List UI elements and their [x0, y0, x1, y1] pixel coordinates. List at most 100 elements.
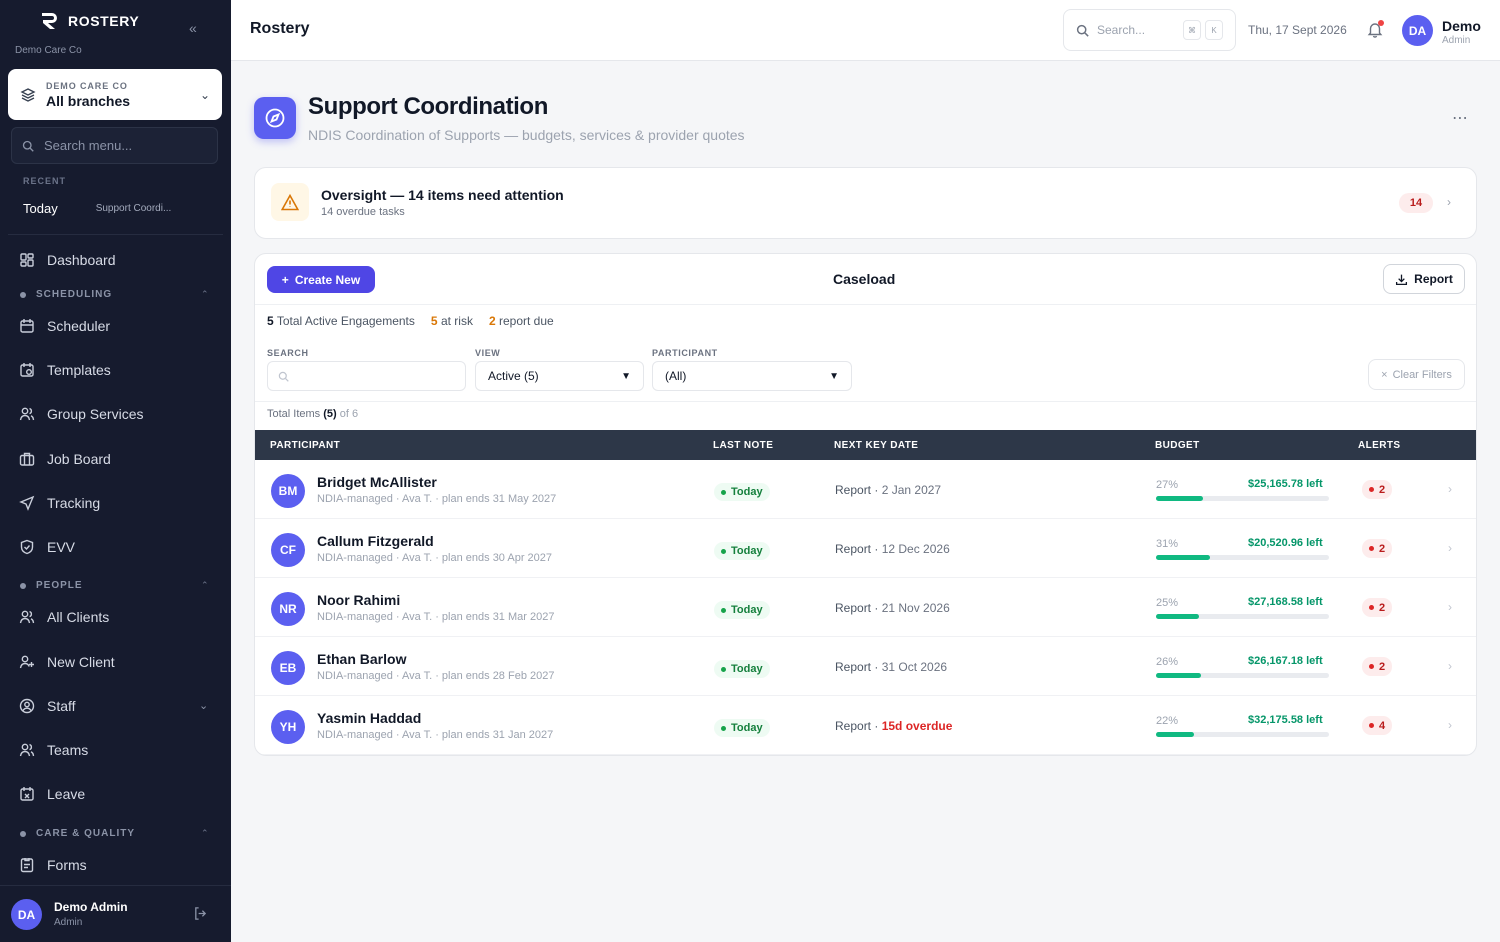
view-select[interactable]: Active (5) ▼	[475, 361, 644, 391]
chevron-right-icon[interactable]: ›	[1448, 718, 1452, 732]
participant-meta: NDIA-managed · Ava T. · plan ends 28 Feb…	[317, 670, 555, 682]
recent-item-support-coordination[interactable]: Support Coordi...	[96, 203, 172, 214]
participant-name[interactable]: Noor Rahimi	[317, 592, 400, 608]
caseload-panel: + Create New Caseload Report 5 Total Act…	[254, 253, 1477, 756]
clear-filters-button[interactable]: × Clear Filters	[1368, 359, 1465, 390]
last-note-badge: Today	[714, 719, 770, 737]
next-key-date: Report · 31 Oct 2026	[835, 660, 947, 674]
recent-today: Today	[23, 201, 58, 216]
table-row[interactable]: NR Noor Rahimi NDIA-managed · Ava T. · pla…	[255, 578, 1476, 637]
chevron-right-icon[interactable]: ›	[1448, 482, 1452, 496]
report-button[interactable]: Report	[1383, 264, 1465, 294]
col-last-note[interactable]: LAST NOTE	[713, 440, 773, 451]
caseload-title: Caseload	[833, 271, 896, 287]
sidebar-item-all-clients[interactable]: All Clients	[19, 605, 109, 629]
branch-selector[interactable]: DEMO CARE CO All branches ⌄	[8, 69, 222, 120]
sidebar-item-leave[interactable]: Leave	[19, 782, 85, 806]
section-label: PEOPLE	[36, 580, 83, 591]
sidebar-item-staff[interactable]: Staff	[19, 694, 76, 718]
sidebar-item-label: Job Board	[47, 451, 111, 467]
create-new-button[interactable]: + Create New	[267, 266, 375, 293]
oversight-subtitle: 14 overdue tasks	[321, 206, 405, 218]
chevron-up-icon[interactable]: ⌃	[201, 289, 209, 300]
participant-name[interactable]: Yasmin Haddad	[317, 710, 421, 726]
table-header: PARTICIPANT LAST NOTE NEXT KEY DATE BUDG…	[255, 430, 1476, 460]
participant-name[interactable]: Ethan Barlow	[317, 651, 406, 667]
briefcase-icon	[19, 452, 35, 466]
sidebar-item-evv[interactable]: EVV	[19, 535, 75, 559]
next-key-type: Report ·	[835, 601, 879, 615]
alert-dot	[1369, 664, 1374, 669]
sidebar-item-new-client[interactable]: New Client	[19, 650, 115, 674]
chevron-down-icon[interactable]: ⌄	[199, 699, 208, 712]
budget-remaining: $25,165.78 left	[1248, 478, 1323, 490]
more-options-icon[interactable]: ⋯	[1452, 108, 1469, 128]
close-icon: ×	[1381, 368, 1388, 381]
next-key-date: Report · 15d overdue	[835, 719, 952, 733]
search-icon	[1076, 24, 1089, 37]
col-budget[interactable]: BUDGET	[1155, 440, 1200, 451]
dashboard-icon	[20, 253, 34, 267]
brand[interactable]: ROSTERY	[40, 12, 139, 30]
participant-meta: NDIA-managed · Ava T. · plan ends 31 Jan…	[317, 729, 554, 741]
sidebar-item-forms[interactable]: Forms	[19, 853, 87, 877]
sidebar-item-scheduler[interactable]: Scheduler	[19, 314, 110, 338]
participant-select[interactable]: (All) ▼	[652, 361, 852, 391]
chevron-right-icon[interactable]: ›	[1448, 541, 1452, 555]
participant-name[interactable]: Callum Fitzgerald	[317, 533, 434, 549]
avatar: CF	[271, 533, 305, 567]
budget-percent: 27%	[1156, 479, 1179, 491]
menu-search-input[interactable]: Search menu...	[11, 127, 218, 164]
chevron-right-icon[interactable]: ›	[1448, 600, 1452, 614]
collapse-sidebar-icon[interactable]: «	[189, 20, 197, 36]
section-scheduling[interactable]: SCHEDULING	[20, 289, 112, 300]
last-note-badge: Today	[714, 542, 770, 560]
participant-name[interactable]: Bridget McAllister	[317, 474, 437, 490]
budget-progress-track	[1156, 496, 1329, 501]
alerts-badge[interactable]: 4	[1362, 716, 1393, 735]
caseload-search-input[interactable]	[267, 361, 466, 391]
col-alerts[interactable]: ALERTS	[1358, 440, 1400, 451]
col-participant[interactable]: PARTICIPANT	[270, 440, 340, 451]
table-row[interactable]: BM Bridget McAllister NDIA-managed · Ava T…	[255, 460, 1476, 519]
sidebar-item-group-services[interactable]: Group Services	[19, 402, 143, 426]
user-name[interactable]: Demo	[1442, 18, 1481, 34]
budget-remaining: $26,167.18 left	[1248, 655, 1323, 667]
chevron-up-icon[interactable]: ⌃	[201, 580, 209, 591]
alerts-count: 2	[1379, 483, 1386, 496]
alerts-badge[interactable]: 2	[1362, 598, 1393, 617]
sidebar-item-dashboard[interactable]: Dashboard	[19, 248, 116, 272]
download-icon	[1396, 274, 1408, 285]
oversight-banner[interactable]: Oversight — 14 items need attention 14 o…	[254, 167, 1477, 239]
chevron-right-icon[interactable]: ›	[1448, 659, 1452, 673]
search-filter-label: SEARCH	[267, 348, 309, 358]
chevron-up-icon[interactable]: ⌃	[201, 828, 209, 839]
avatar: YH	[271, 710, 305, 744]
rostery-logo-icon	[42, 13, 57, 29]
avatar[interactable]: DA	[1402, 15, 1433, 46]
section-people[interactable]: PEOPLE	[20, 580, 83, 591]
notifications-button[interactable]	[1367, 20, 1384, 43]
footer-user-name: Demo Admin	[54, 900, 128, 914]
sidebar-item-tracking[interactable]: Tracking	[19, 491, 100, 515]
logout-icon[interactable]	[193, 906, 208, 921]
global-search-input[interactable]: Search... ⌘ K	[1063, 9, 1236, 51]
table-row[interactable]: EB Ethan Barlow NDIA-managed · Ava T. · pl…	[255, 637, 1476, 696]
avatar[interactable]: DA	[11, 899, 42, 930]
sidebar-item-teams[interactable]: Teams	[19, 738, 88, 762]
col-next-key-date[interactable]: NEXT KEY DATE	[834, 440, 918, 451]
table-row[interactable]: CF Callum Fitzgerald NDIA-managed · Ava T.…	[255, 519, 1476, 578]
alerts-badge[interactable]: 2	[1362, 539, 1393, 558]
alerts-badge[interactable]: 2	[1362, 657, 1393, 676]
budget-percent: 31%	[1156, 538, 1179, 550]
alerts-badge[interactable]: 2	[1362, 480, 1393, 499]
next-key-type: Report ·	[835, 660, 879, 674]
sidebar-item-job-board[interactable]: Job Board	[19, 447, 111, 471]
sidebar-item-templates[interactable]: Templates	[19, 358, 111, 382]
budget-progress-track	[1156, 732, 1329, 737]
section-care-quality[interactable]: CARE & QUALITY	[20, 828, 135, 839]
table-row[interactable]: YH Yasmin Haddad NDIA-managed · Ava T. · p…	[255, 696, 1476, 755]
participant-meta: NDIA-managed · Ava T. · plan ends 31 May…	[317, 493, 557, 505]
kbd-command: ⌘	[1183, 20, 1201, 40]
budget-percent: 26%	[1156, 656, 1179, 668]
